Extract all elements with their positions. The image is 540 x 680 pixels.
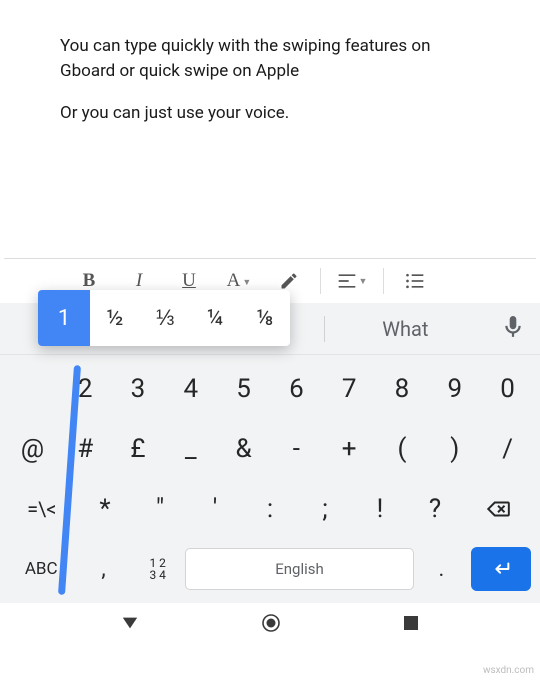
nav-home-icon[interactable] [261,613,281,637]
enter-key[interactable] [471,547,531,591]
key-period[interactable]: . [414,541,468,597]
document-editor[interactable]: You can type quickly with the swiping fe… [0,0,540,258]
key-2[interactable]: 2 [59,361,112,417]
separator [320,268,321,294]
keyboard-row: 1 2 3 4 5 6 7 8 9 0 [6,361,534,417]
key-7[interactable]: 7 [323,361,376,417]
paragraph[interactable]: Or you can just use your voice. [60,101,480,126]
popup-option[interactable]: ¼ [190,306,240,331]
align-button[interactable]: ▼ [327,273,377,289]
key-squote[interactable]: ' [188,481,243,537]
keyboard: 1 2 3 4 5 6 7 8 9 0 @ # £ _ & - + ( ) / … [0,355,540,603]
mic-icon[interactable] [486,316,540,342]
popup-primary-key[interactable]: 1 [38,290,90,346]
key-ampersand[interactable]: & [217,421,270,477]
key-dash[interactable]: - [270,421,323,477]
key-pound[interactable]: £ [112,421,165,477]
key-4[interactable]: 4 [164,361,217,417]
list-button[interactable] [390,273,440,289]
key-more-symbols[interactable]: =\< [6,481,78,537]
key-9[interactable]: 9 [428,361,481,417]
popup-option[interactable]: ⅓ [140,305,190,331]
popup-option[interactable]: ½ [90,306,140,331]
watermark: wsxdn.com [483,665,534,676]
nav-back-icon[interactable] [121,614,139,636]
key-semicolon[interactable]: ; [298,481,353,537]
key-question[interactable]: ? [408,481,463,537]
key-0[interactable]: 0 [481,361,534,417]
key-rparen[interactable]: ) [428,421,481,477]
key-bang[interactable]: ! [353,481,408,537]
key-slash[interactable]: / [481,421,534,477]
key-lparen[interactable]: ( [376,421,429,477]
key-comma[interactable]: , [76,541,130,597]
key-3[interactable]: 3 [112,361,165,417]
suggestion[interactable]: What [325,317,486,341]
key-underscore[interactable]: _ [164,421,217,477]
key-6[interactable]: 6 [270,361,323,417]
keyboard-row: ABC , 1 23 4 English . [6,541,534,597]
popup-option[interactable]: ⅛ [240,306,290,331]
keyboard-row: @ # £ _ & - + ( ) / [6,421,534,477]
android-navbar [0,603,540,647]
spacebar[interactable]: English [185,548,415,590]
key-plus[interactable]: + [323,421,376,477]
key-hash[interactable]: # [59,421,112,477]
key-colon[interactable]: : [243,481,298,537]
bold-button[interactable]: B [64,270,114,292]
italic-button[interactable]: I [114,270,164,292]
key-numbers[interactable]: 1 23 4 [131,541,185,597]
key-5[interactable]: 5 [217,361,270,417]
key-at[interactable]: @ [6,421,59,477]
long-press-popup: 1 ½ ⅓ ¼ ⅛ [38,290,290,346]
nav-recent-icon[interactable] [403,615,419,635]
paragraph[interactable]: You can type quickly with the swiping fe… [60,34,480,83]
key-star[interactable]: * [78,481,133,537]
keyboard-row: =\< * " ' : ; ! ? [6,481,534,537]
underline-button[interactable]: U [164,270,214,292]
separator [383,268,384,294]
backspace-key[interactable] [463,481,535,537]
key-dquote[interactable]: " [133,481,188,537]
key-mode-abc[interactable]: ABC [6,541,76,597]
text-color-button[interactable]: A▼ [214,270,264,292]
key-8[interactable]: 8 [376,361,429,417]
highlight-button[interactable] [264,271,314,291]
